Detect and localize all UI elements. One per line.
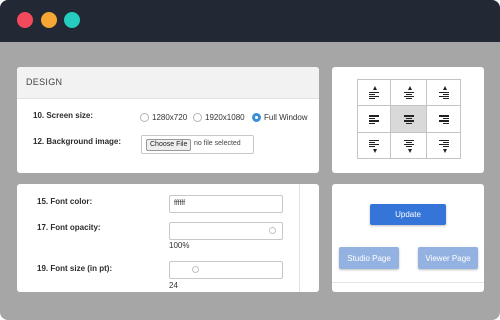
file-status-text: no file selected	[194, 140, 241, 147]
font-opacity-label: 17. Font opacity:	[37, 223, 101, 232]
update-button[interactable]: Update	[370, 204, 446, 225]
studio-page-button[interactable]: Studio Page	[339, 247, 399, 269]
design-panel-header: DESIGN	[17, 67, 319, 99]
screen-size-radio-full-window[interactable]	[252, 113, 261, 122]
font-opacity-slider[interactable]	[169, 222, 283, 240]
font-size-slider-handle[interactable]	[192, 266, 199, 273]
screen-size-radio-1920x1080[interactable]	[193, 113, 202, 122]
font-opacity-value: 100%	[169, 241, 190, 250]
font-panel-divider	[299, 184, 300, 292]
align-middle-left-icon	[369, 114, 379, 124]
align-middle-center-icon	[403, 114, 414, 124]
actions-panel-divider	[332, 282, 484, 283]
align-middle-center-button[interactable]	[391, 106, 427, 133]
font-color-input[interactable]: ffffff	[169, 195, 283, 213]
font-size-value: 24	[169, 281, 178, 290]
screen-size-label: 10. Screen size:	[33, 111, 94, 120]
font-color-label: 15. Font color:	[37, 197, 93, 206]
align-bottom-right-button[interactable]	[427, 133, 460, 158]
align-bottom-left-button[interactable]	[358, 133, 391, 158]
app-window: DESIGN 10. Screen size: 1280x720 1920x10…	[0, 0, 500, 320]
align-top-left-button[interactable]	[358, 80, 391, 106]
screen-size-option-1280x720: 1280x720	[152, 113, 188, 122]
maximize-window-button[interactable]	[64, 12, 80, 28]
alignment-grid	[357, 79, 461, 159]
viewer-page-button[interactable]: Viewer Page	[418, 247, 478, 269]
align-bottom-center-button[interactable]	[391, 133, 427, 158]
align-bottom-center-icon	[403, 139, 414, 153]
font-color-value: ffffff	[174, 200, 186, 207]
align-bottom-right-icon	[438, 139, 449, 153]
align-bottom-left-icon	[369, 139, 379, 153]
align-top-center-icon	[403, 85, 414, 99]
align-top-left-icon	[369, 85, 379, 99]
choose-file-button[interactable]: Choose File	[146, 139, 192, 151]
align-top-right-icon	[438, 85, 449, 99]
align-middle-left-button[interactable]	[358, 106, 391, 133]
design-panel-title: DESIGN	[26, 77, 63, 87]
align-top-center-button[interactable]	[391, 80, 427, 106]
screen-size-option-1920x1080: 1920x1080	[205, 113, 245, 122]
actions-panel	[332, 184, 484, 292]
align-middle-right-icon	[438, 114, 449, 124]
background-image-label: 12. Background image:	[33, 137, 122, 146]
font-size-label: 19. Font size (in pt):	[37, 264, 113, 273]
screen-size-radio-1280x720[interactable]	[140, 113, 149, 122]
font-size-slider[interactable]	[169, 261, 283, 279]
screen-size-option-full-window: Full Window	[264, 113, 308, 122]
minimize-window-button[interactable]	[41, 12, 57, 28]
close-window-button[interactable]	[17, 12, 33, 28]
title-bar	[0, 0, 500, 42]
align-top-right-button[interactable]	[427, 80, 460, 106]
background-image-file-input[interactable]: Choose File no file selected	[141, 135, 254, 154]
font-opacity-slider-handle[interactable]	[269, 227, 276, 234]
align-middle-right-button[interactable]	[427, 106, 460, 133]
